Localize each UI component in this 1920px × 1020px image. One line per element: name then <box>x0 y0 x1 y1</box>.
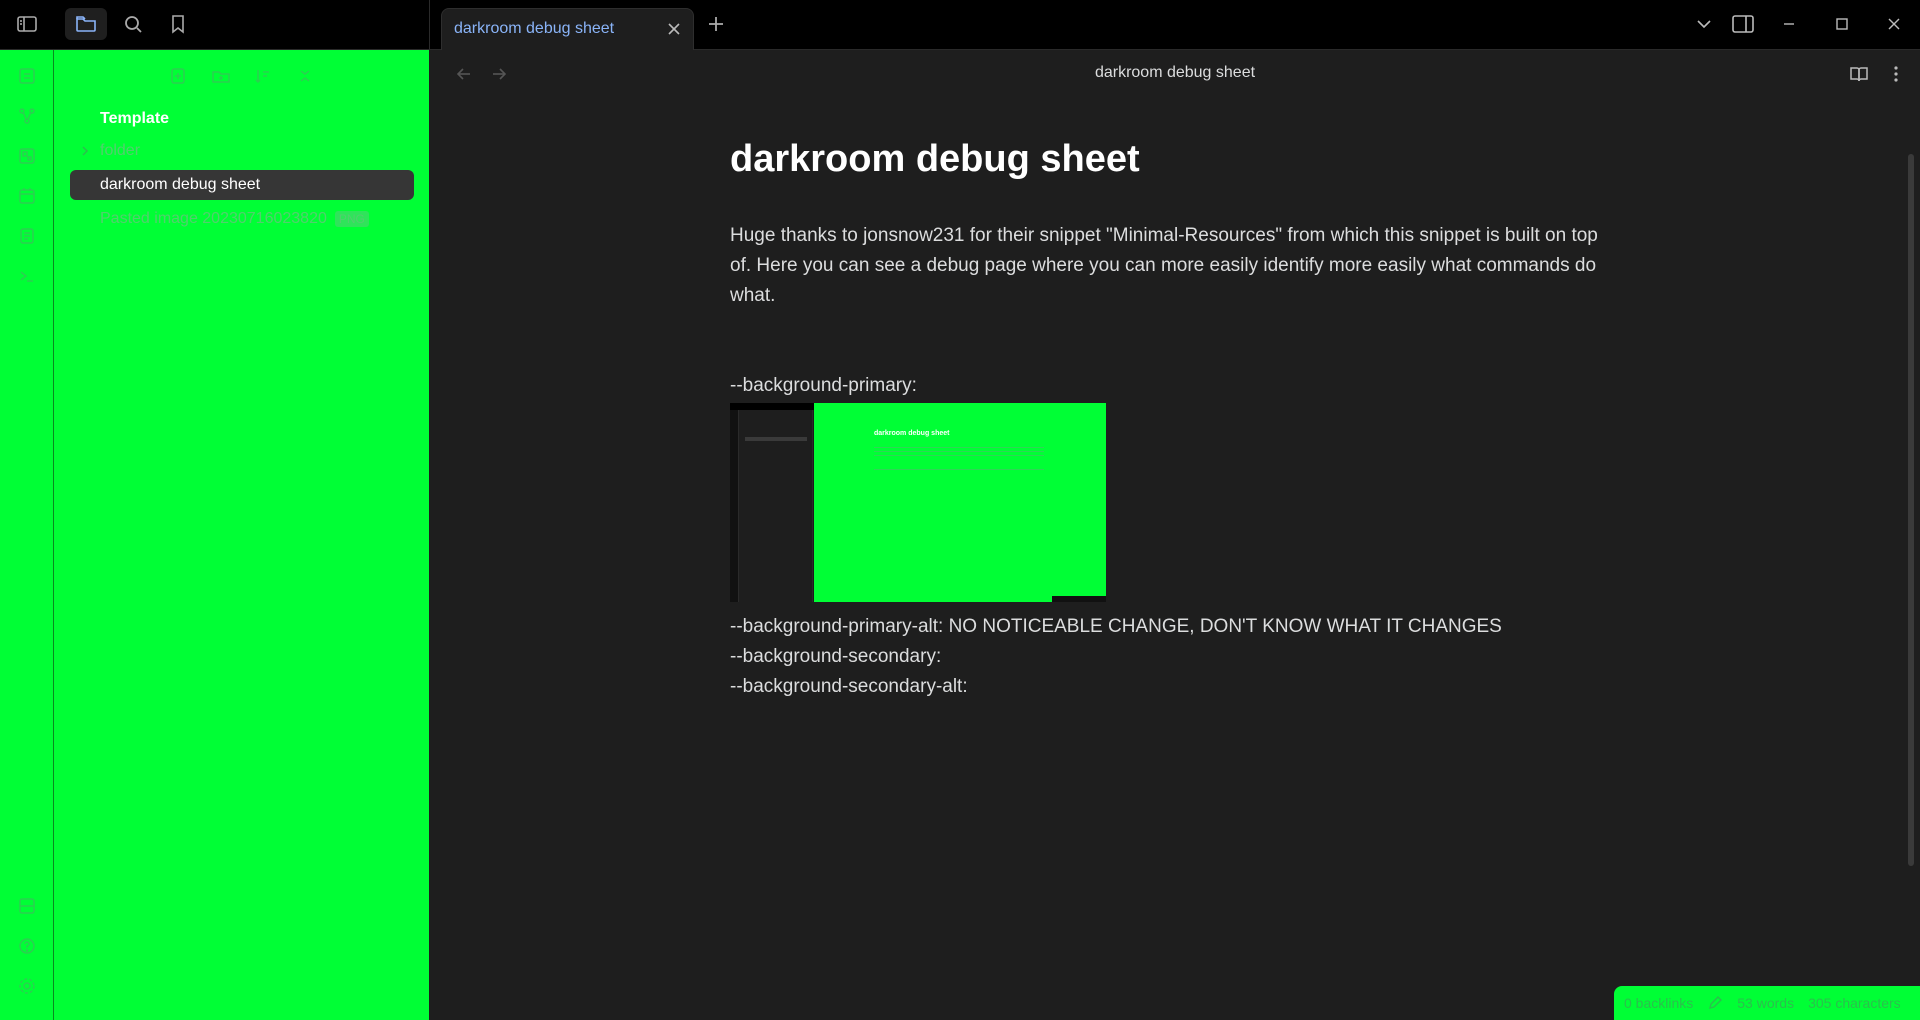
status-bar: 0 backlinks 53 words 305 characters <box>1614 986 1920 1020</box>
terminal-icon[interactable] <box>17 266 37 286</box>
templates-icon[interactable] <box>17 226 37 246</box>
plus-icon[interactable] <box>704 12 728 36</box>
right-sidebar-toggle-icon[interactable] <box>1731 13 1755 35</box>
embed-main: darkroom debug sheet <box>814 403 1106 602</box>
chevron-down-icon[interactable] <box>1693 13 1715 35</box>
folder-icon <box>74 12 98 36</box>
graph-icon[interactable] <box>17 106 37 126</box>
tree-file-image[interactable]: Pasted image 20230716023820 PNG <box>70 204 414 234</box>
file-explorer: Template folder darkroom debug sheet Pas… <box>54 50 430 1020</box>
window-close-icon[interactable] <box>1884 13 1904 35</box>
bookmarks-view-button[interactable] <box>157 8 199 40</box>
tree-file-label: Pasted image 20230716023820 <box>100 210 327 227</box>
new-note-icon[interactable] <box>169 66 189 86</box>
vault-name[interactable]: Template <box>100 110 169 128</box>
tree-file-label: darkroom debug sheet <box>100 176 261 193</box>
title-bar: darkroom debug sheet <box>0 0 1920 50</box>
minimize-icon[interactable] <box>1779 13 1799 35</box>
embed-sidebar <box>739 410 813 602</box>
backlinks-count[interactable]: 0 backlinks <box>1624 995 1693 1011</box>
search-view-button[interactable] <box>112 8 154 40</box>
intro-paragraph[interactable]: Huge thanks to jonsnow231 for their snip… <box>730 221 1610 311</box>
pencil-icon[interactable] <box>1707 995 1723 1011</box>
view-title[interactable]: darkroom debug sheet <box>430 64 1920 82</box>
chevron-right-icon[interactable] <box>70 145 100 157</box>
tab-title: darkroom debug sheet <box>454 20 615 37</box>
close-icon[interactable] <box>665 20 683 38</box>
embed-title: darkroom debug sheet <box>874 430 950 437</box>
gear-icon[interactable] <box>17 976 37 996</box>
book-open-icon[interactable] <box>1848 63 1870 85</box>
tab-darkroom-debug-sheet[interactable]: darkroom debug sheet <box>441 8 694 50</box>
toggle-sidebar-button[interactable] <box>6 8 48 40</box>
vault-switch-icon[interactable] <box>17 896 37 916</box>
view-header: darkroom debug sheet <box>430 50 1920 98</box>
word-count: 53 words <box>1737 995 1795 1011</box>
files-view-button[interactable] <box>65 8 107 40</box>
scrollbar[interactable] <box>1908 154 1914 866</box>
character-count: 305 characters <box>1808 995 1901 1011</box>
bookmark-icon <box>166 12 190 36</box>
tree-file-active[interactable]: darkroom debug sheet <box>70 170 414 200</box>
more-options-icon[interactable] <box>1892 63 1900 85</box>
file-extension-badge: PNG <box>334 211 369 227</box>
search-icon <box>121 12 145 36</box>
sort-icon[interactable] <box>253 66 273 86</box>
doc-line[interactable]: --background-secondary: <box>730 642 1610 672</box>
doc-line[interactable]: --background-primary: <box>730 371 1610 401</box>
doc-line[interactable]: --background-secondary-alt: <box>730 672 1610 702</box>
collapse-all-icon[interactable] <box>295 66 315 86</box>
tree-folder-label: folder <box>100 142 141 159</box>
editor-pane: darkroom debug sheet darkroom debug shee… <box>430 50 1920 1020</box>
switcher-icon[interactable] <box>17 66 37 86</box>
tree-folder[interactable]: folder <box>70 136 414 166</box>
ribbon <box>0 50 54 1020</box>
canvas-icon[interactable] <box>17 146 37 166</box>
tabstrip-divider <box>429 0 430 50</box>
document-title[interactable]: darkroom debug sheet <box>730 138 1610 181</box>
doc-line[interactable]: --background-primary-alt: NO NOTICEABLE … <box>730 612 1610 642</box>
embedded-screenshot[interactable]: darkroom debug sheet <box>730 403 1106 602</box>
calendar-icon[interactable] <box>17 186 37 206</box>
help-icon[interactable] <box>17 936 37 956</box>
explorer-toolbar <box>169 66 315 86</box>
sidebar-toggle-icon <box>15 12 39 36</box>
maximize-icon[interactable] <box>1832 13 1852 35</box>
document-content[interactable]: darkroom debug sheet Huge thanks to jons… <box>730 138 1610 702</box>
new-folder-icon[interactable] <box>211 66 231 86</box>
